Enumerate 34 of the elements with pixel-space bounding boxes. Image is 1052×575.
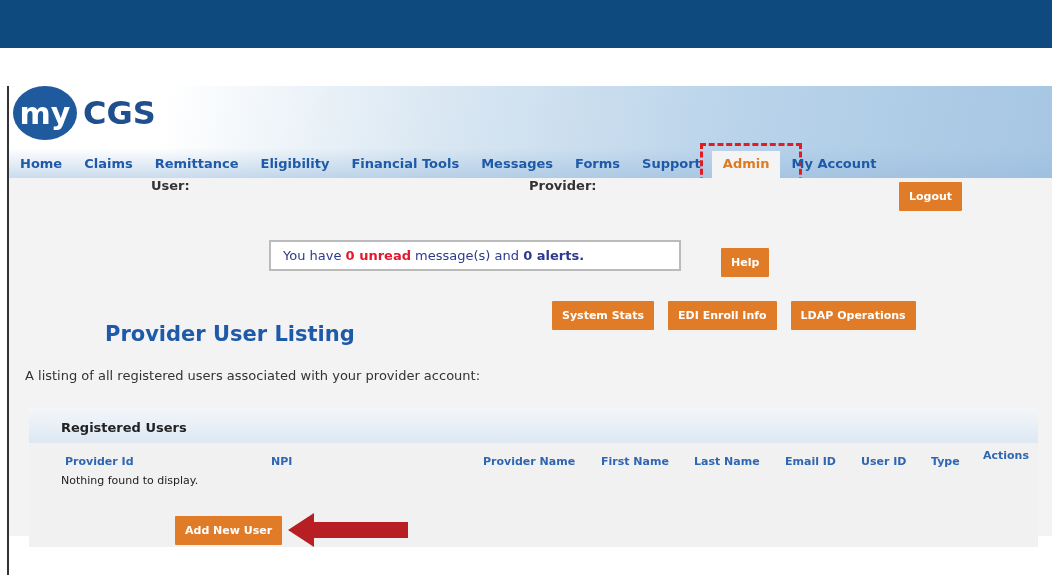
column-header: Actions	[983, 449, 1030, 464]
column-header: Provider Id	[65, 455, 135, 468]
nav-tab[interactable]: Messages	[470, 151, 565, 178]
tool-button[interactable]: EDI Enroll Info	[668, 301, 777, 330]
tool-button[interactable]: LDAP Operations	[790, 301, 916, 330]
column-header: User ID	[861, 455, 908, 468]
help-button[interactable]: Help	[721, 248, 770, 277]
column-header: NPI	[271, 455, 294, 468]
nav-tab[interactable]: Claims	[73, 151, 144, 178]
user-label: User:	[151, 178, 191, 193]
nav-tab[interactable]: Support	[631, 151, 712, 178]
empty-message: Nothing found to display.	[60, 473, 200, 487]
column-header: Provider Name	[483, 455, 577, 468]
table-header: Registered Users	[29, 408, 1038, 443]
logo-text: CGS	[83, 94, 156, 132]
nav-tab[interactable]: Forms	[564, 151, 632, 178]
message-summary: You have 0 unread message(s) and 0 alerts.	[269, 240, 681, 271]
add-user-button[interactable]: Add New User	[175, 515, 283, 545]
nav-tab[interactable]: Eligibility	[249, 151, 341, 178]
nav-tab[interactable]: Remittance	[143, 151, 250, 178]
nav-tab[interactable]: Admin	[711, 151, 781, 178]
logout-button[interactable]: Logout	[899, 182, 963, 211]
nav-tab[interactable]: Financial Tools	[340, 151, 471, 178]
tool-button[interactable]: System Stats	[552, 301, 655, 330]
provider-label: Provider:	[529, 178, 598, 193]
nav-tab[interactable]: Home	[9, 151, 74, 178]
nav-tab[interactable]: My Account	[780, 151, 888, 178]
column-header: Type	[931, 455, 961, 468]
intro-text: A listing of all registered users associated with your provider account:	[25, 368, 482, 383]
column-header: Last Name	[694, 455, 761, 468]
logo-badge: my	[13, 86, 77, 140]
column-header: Email ID	[785, 455, 837, 468]
column-header: First Name	[601, 455, 670, 468]
page-title: Provider User Listing	[105, 322, 356, 346]
